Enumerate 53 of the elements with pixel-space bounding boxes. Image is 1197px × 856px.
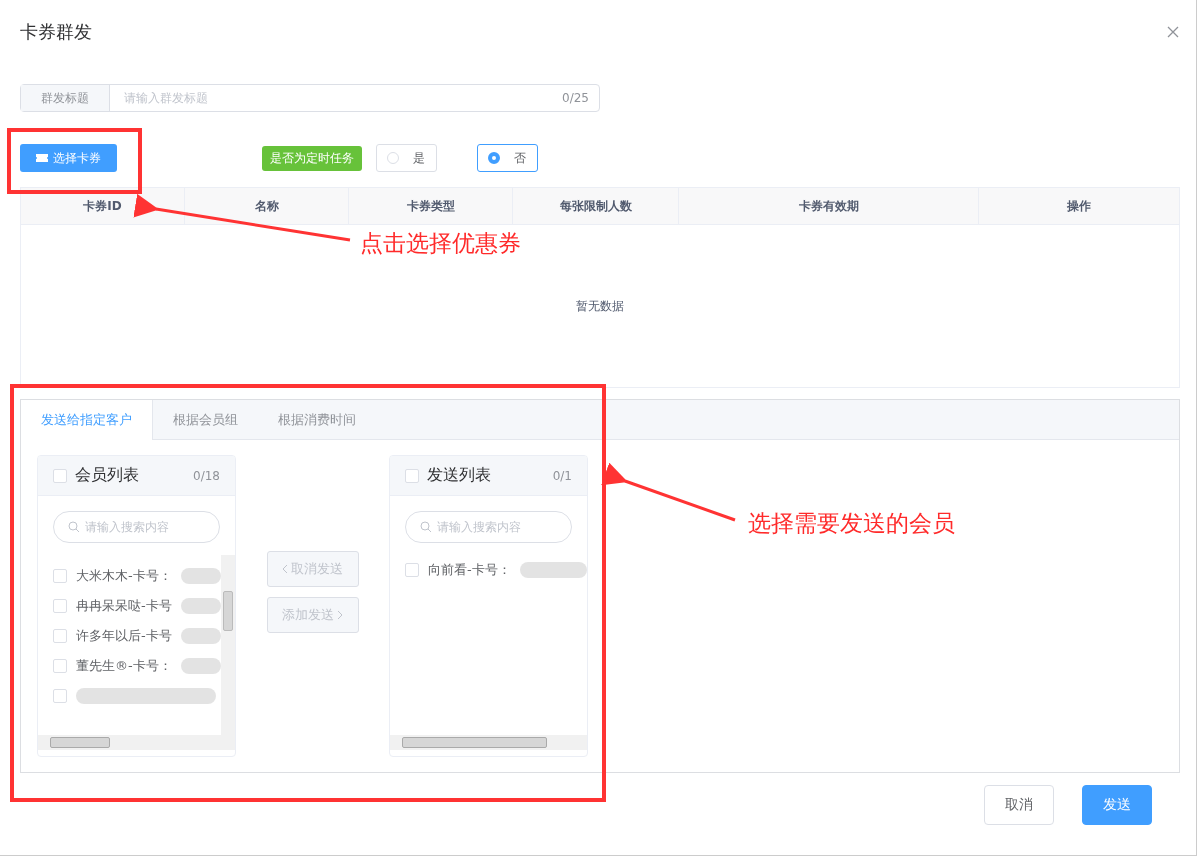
send-button[interactable]: 发送 bbox=[1082, 785, 1152, 825]
redaction-blur bbox=[519, 562, 587, 578]
column-header: 卡券ID bbox=[21, 188, 185, 224]
member-name: 大米木木-卡号： bbox=[76, 567, 172, 585]
column-header: 卡券有效期 bbox=[679, 188, 979, 224]
column-header: 操作 bbox=[1066, 197, 1092, 215]
checkbox[interactable] bbox=[53, 468, 67, 483]
member-name: 冉冉呆呆哒-卡号 bbox=[76, 597, 172, 615]
checkbox[interactable] bbox=[53, 599, 67, 613]
column-header: 名称 bbox=[185, 188, 349, 224]
tab[interactable]: 根据消费时间 bbox=[258, 400, 376, 440]
checkbox[interactable] bbox=[53, 569, 67, 583]
empty-text: 暂无数据 bbox=[576, 297, 624, 315]
scheduled-tag: 是否为定时任务 bbox=[262, 145, 362, 171]
radio-option[interactable]: 否 bbox=[477, 144, 538, 172]
radio-option[interactable]: 是 bbox=[376, 144, 437, 172]
list-counter: 0/1 bbox=[552, 468, 572, 483]
checkbox[interactable] bbox=[53, 629, 67, 643]
close-icon[interactable] bbox=[1166, 25, 1180, 39]
checkbox[interactable] bbox=[405, 468, 419, 483]
ticket-icon bbox=[36, 154, 48, 162]
redaction-blur bbox=[180, 658, 221, 674]
list-counter: 0/18 bbox=[193, 468, 220, 483]
redaction-blur bbox=[180, 568, 221, 584]
redaction-blur bbox=[180, 628, 221, 644]
member-name: 许多年以后-卡号 bbox=[76, 627, 172, 645]
scrollbar[interactable] bbox=[38, 735, 235, 750]
field-label: 群发标题 bbox=[21, 85, 110, 111]
checkbox[interactable] bbox=[405, 563, 419, 577]
column-header: 卡券类型 bbox=[349, 188, 513, 224]
tab[interactable]: 根据会员组 bbox=[153, 400, 258, 440]
cancel-button[interactable]: 取消 bbox=[984, 785, 1054, 825]
checkbox[interactable] bbox=[53, 689, 67, 703]
list-title: 发送列表 bbox=[427, 465, 492, 486]
list-title: 会员列表 bbox=[75, 465, 140, 486]
title-field[interactable]: 群发标题 请输入群发标题 0/25 bbox=[20, 84, 600, 112]
checkbox[interactable] bbox=[53, 659, 67, 673]
chevron-right-icon bbox=[337, 610, 343, 620]
search-icon bbox=[420, 521, 432, 533]
annotation-text: 选择需要发送的会员 bbox=[748, 509, 955, 538]
scrollbar[interactable] bbox=[390, 735, 587, 750]
dialog-title: 卡券群发 bbox=[20, 20, 92, 44]
select-coupon-button[interactable]: 选择卡券 bbox=[20, 144, 117, 172]
annotation-text: 点击选择优惠券 bbox=[360, 229, 521, 258]
redaction-blur bbox=[180, 598, 221, 614]
char-counter: 0/25 bbox=[562, 90, 590, 107]
member-name: 董先生®-卡号： bbox=[76, 657, 172, 675]
member-name: 向前看-卡号： bbox=[428, 561, 511, 579]
column-header: 每张限制人数 bbox=[513, 188, 679, 224]
chevron-left-icon bbox=[282, 564, 288, 574]
tab[interactable]: 发送给指定客户 bbox=[21, 400, 153, 440]
search-icon bbox=[68, 521, 80, 533]
scrollbar[interactable] bbox=[221, 555, 235, 735]
